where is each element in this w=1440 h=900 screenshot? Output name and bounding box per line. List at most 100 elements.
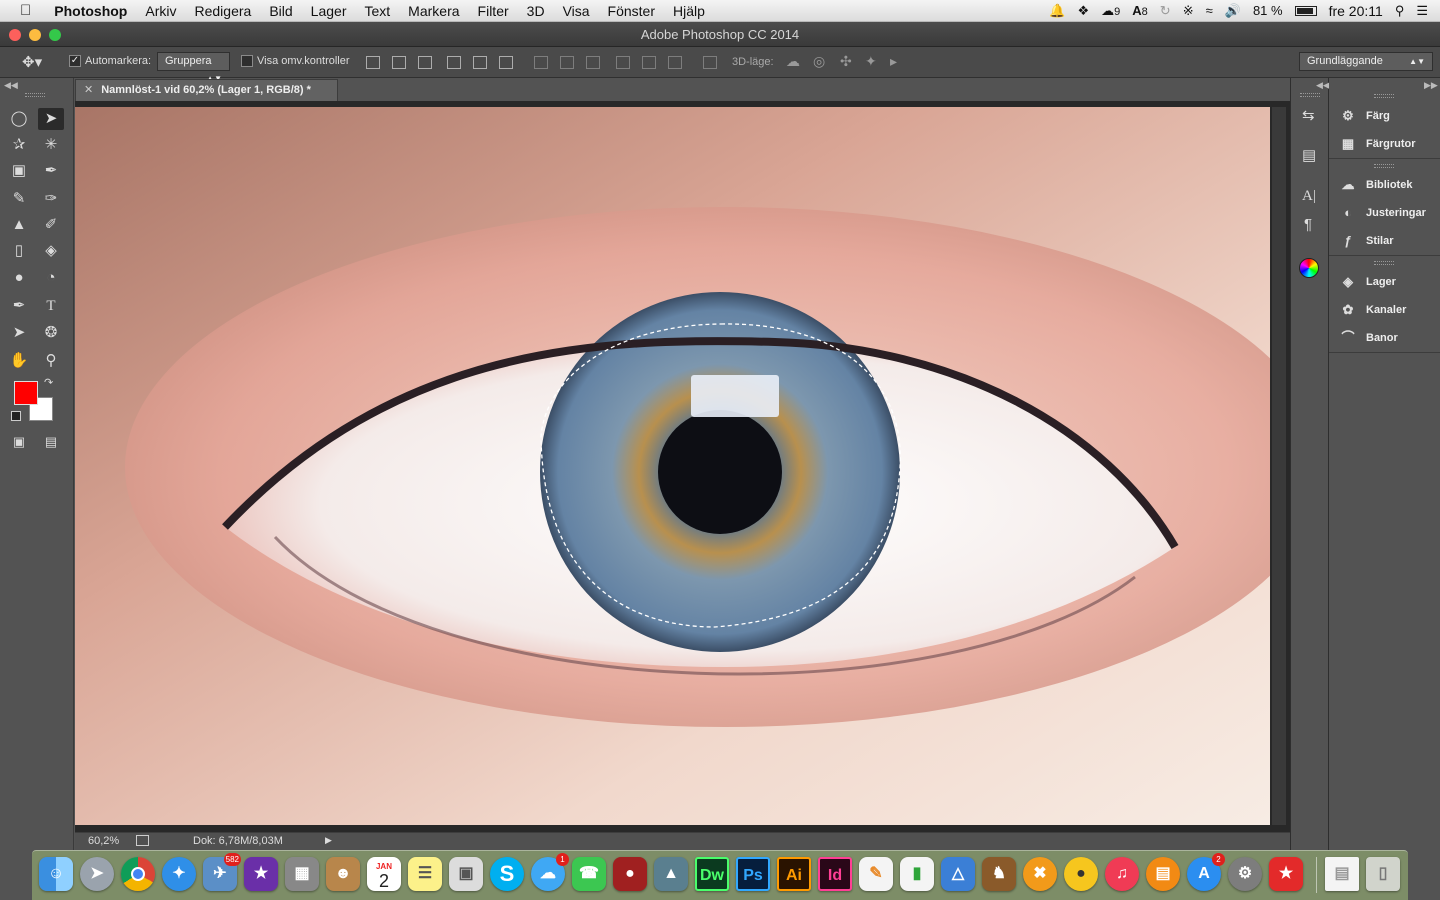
collapse-strip-icon[interactable]: ◀◀ (1316, 80, 1330, 91)
menu-hjalp[interactable]: Hjälp (664, 3, 714, 19)
zoom-level[interactable]: 60,2% (88, 835, 119, 847)
chrome-icon[interactable] (121, 857, 155, 891)
align-bottom-icon[interactable] (418, 56, 432, 69)
illustrator-icon[interactable]: Ai (777, 857, 811, 891)
workspace-dropdown[interactable]: Grundläggande ▲▼ (1299, 52, 1433, 71)
keynote-icon[interactable]: △ (941, 857, 975, 891)
calculator-icon[interactable]: ▦ (285, 857, 319, 891)
collapse-panels-icon[interactable]: ▶▶ (1424, 80, 1438, 91)
panel-farg[interactable]: ⚙ Färg (1339, 105, 1390, 127)
properties-panel-icon[interactable]: ▤ (1302, 146, 1316, 164)
history-brush-tool[interactable]: ✐ (38, 214, 64, 236)
imovie-icon[interactable]: ★ (244, 857, 278, 891)
zoom-window-button[interactable] (49, 29, 61, 41)
brush-tool[interactable]: ✑ (38, 188, 64, 210)
canvas-vertical-scrollbar[interactable] (1272, 107, 1286, 825)
minimize-window-button[interactable] (29, 29, 41, 41)
magic-wand-tool[interactable]: ✳ (38, 134, 64, 156)
distribute-hcenter-icon[interactable] (642, 56, 656, 69)
paint-bucket-tool[interactable]: ◈ (38, 240, 64, 262)
foreground-color-swatch[interactable] (14, 381, 38, 405)
collapse-tools-icon[interactable]: ◀◀ (4, 80, 18, 91)
image-capture-icon[interactable]: ▲ (654, 857, 688, 891)
pen-tool[interactable]: ✒ (6, 295, 32, 317)
move-tool[interactable]: ➤ (38, 108, 64, 130)
3d-slide-icon[interactable]: ✦ (865, 53, 877, 70)
distribute-bottom-icon[interactable] (586, 56, 600, 69)
app-icon-star[interactable]: ★ (1269, 857, 1303, 891)
menu-arkiv[interactable]: Arkiv (136, 3, 185, 19)
align-left-icon[interactable] (447, 56, 461, 69)
menu-markera[interactable]: Markera (399, 3, 468, 19)
character-panel-icon[interactable]: A| (1302, 188, 1316, 205)
close-window-button[interactable] (9, 29, 21, 41)
photo-booth-icon[interactable]: ● (613, 857, 647, 891)
wifi-icon[interactable]: ≈ (1206, 3, 1213, 18)
menu-text[interactable]: Text (355, 3, 399, 19)
distribute-vcenter-icon[interactable] (560, 56, 574, 69)
skype-icon[interactable]: S (490, 857, 524, 891)
blur-tool[interactable]: ● (6, 267, 32, 289)
photos-icon[interactable]: ✈ 582 (203, 853, 241, 891)
menu-filter[interactable]: Filter (469, 3, 518, 19)
pages-icon[interactable]: ✎ (859, 857, 893, 891)
panel-group-grip-3[interactable] (1374, 261, 1394, 265)
bluetooth-icon[interactable]: ※ (1183, 3, 1194, 19)
3d-rotate-icon[interactable]: ☁ (786, 53, 800, 70)
calendar-icon[interactable]: JAN 2 (367, 857, 401, 891)
notes-icon[interactable]: ☰ (408, 857, 442, 891)
close-document-icon[interactable]: ✕ (84, 84, 93, 96)
volume-icon[interactable]: 🔊 (1225, 3, 1241, 19)
move-tool-preset-icon[interactable]: ✥▾ (22, 53, 42, 71)
menu-3d[interactable]: 3D (518, 3, 554, 19)
strip-grip[interactable] (1300, 93, 1320, 97)
align-top-icon[interactable] (366, 56, 380, 69)
notification-center-icon[interactable]: ☰ (1416, 3, 1428, 19)
path-selection-tool[interactable]: ➤ (6, 322, 32, 344)
3d-pan-icon[interactable]: ✣ (840, 53, 852, 70)
document-canvas[interactable] (75, 107, 1270, 825)
export-icon[interactable] (136, 835, 149, 846)
documents-folder-icon[interactable]: ▤ (1325, 857, 1359, 891)
menu-redigera[interactable]: Redigera (185, 3, 260, 19)
show-transform-checkbox[interactable]: Visa omv.kontroller (241, 55, 350, 68)
screen-mode-icon[interactable]: ▤ (38, 431, 64, 453)
indesign-icon[interactable]: Id (818, 857, 852, 891)
auto-select-checkbox[interactable]: ✓ Automarkera: (69, 55, 151, 68)
type-tool[interactable]: T (38, 295, 64, 317)
auto-select-dropdown[interactable]: Gruppera▲▼ (157, 52, 230, 83)
quick-mask-icon[interactable]: ▣ (6, 431, 32, 453)
preview-icon[interactable]: ▣ (449, 857, 483, 891)
contacts-icon[interactable]: ☻ (326, 857, 360, 891)
notification-icon[interactable]: 🔔 (1049, 3, 1065, 19)
dropbox-icon[interactable]: ❖ (1078, 3, 1090, 19)
messages-icon[interactable]: ☁ 1 (531, 853, 569, 891)
3d-roll-icon[interactable]: ◎ (813, 53, 825, 70)
adobe-icon[interactable]: A8 (1132, 3, 1148, 18)
default-colors-icon[interactable] (11, 411, 21, 421)
clock[interactable]: fre 20:11 (1329, 3, 1383, 19)
panel-lager[interactable]: ◈ Lager (1339, 271, 1396, 293)
dodge-tool[interactable]: ◔ (38, 267, 64, 289)
3d-scale-icon[interactable]: ▸ (890, 53, 897, 70)
eraser-tool[interactable]: ▯ (6, 240, 32, 262)
photoshop-icon[interactable]: Ps (736, 857, 770, 891)
history-panel-icon[interactable]: ⇆ (1302, 106, 1315, 124)
crop-tool[interactable]: ▣ (6, 160, 32, 182)
menu-fonster[interactable]: Fönster (599, 3, 664, 19)
numbers-icon[interactable]: ▮ (900, 857, 934, 891)
distribute-left-icon[interactable] (616, 56, 630, 69)
safari-icon[interactable]: ✦ (162, 857, 196, 891)
creative-cloud-icon[interactable]: ☁9 (1101, 3, 1120, 19)
launchpad-icon[interactable]: ➤ (80, 857, 114, 891)
lasso-tool[interactable]: ✰ (6, 134, 32, 156)
trash-icon[interactable]: ▯ (1366, 857, 1400, 891)
time-machine-icon[interactable]: ↻ (1160, 3, 1171, 19)
battery-icon[interactable] (1294, 5, 1317, 16)
paragraph-panel-icon[interactable]: ¶ (1304, 216, 1312, 233)
ibooks-icon[interactable]: ▤ (1146, 857, 1180, 891)
eyedropper-tool[interactable]: ✒ (38, 160, 64, 182)
apple-icon[interactable]:  (0, 2, 45, 19)
document-tab[interactable]: ✕ Namnlöst-1 vid 60,2% (Lager 1, RGB/8) * (75, 79, 338, 101)
dreamweaver-icon[interactable]: Dw (695, 857, 729, 891)
